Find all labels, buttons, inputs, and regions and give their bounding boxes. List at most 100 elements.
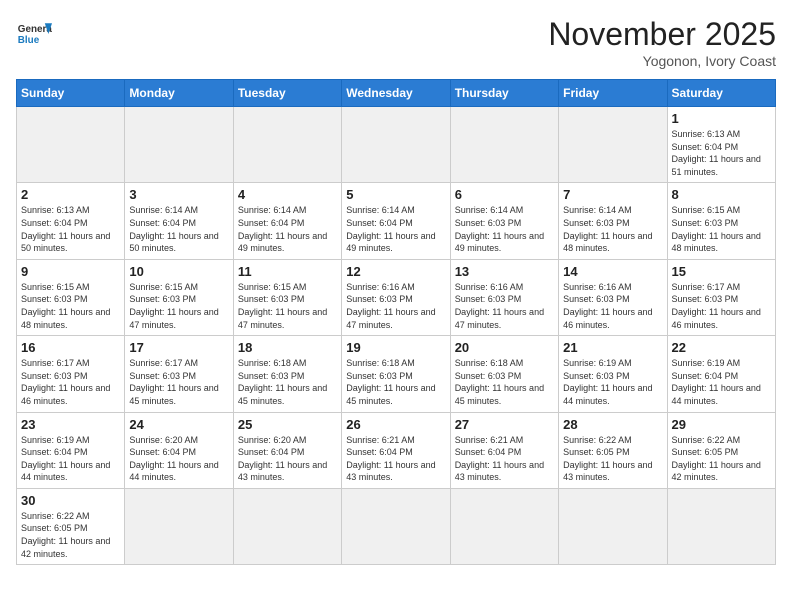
- calendar-cell: 4Sunrise: 6:14 AM Sunset: 6:04 PM Daylig…: [233, 183, 341, 259]
- day-info: Sunrise: 6:15 AM Sunset: 6:03 PM Dayligh…: [238, 281, 337, 331]
- day-number: 13: [455, 264, 554, 279]
- calendar-cell: 25 Sunrise: 6:20 AM Sunset: 6:04 PM Dayli…: [233, 412, 341, 488]
- calendar-cell: 12Sunrise: 6:16 AM Sunset: 6:03 PM Dayli…: [342, 259, 450, 335]
- calendar-week-row: 30 Sunrise: 6:22 AM Sunset: 6:05 PM Dayli…: [17, 488, 776, 564]
- day-info: Sunrise: 6:15 AM Sunset: 6:03 PM Dayligh…: [129, 281, 228, 331]
- calendar-cell: 15Sunrise: 6:17 AM Sunset: 6:03 PM Dayli…: [667, 259, 775, 335]
- calendar-cell: [559, 488, 667, 564]
- calendar-cell: 21Sunrise: 6:19 AM Sunset: 6:03 PM Dayli…: [559, 336, 667, 412]
- calendar-cell: 5 Sunrise: 6:14 AM Sunset: 6:04 PM Daylig…: [342, 183, 450, 259]
- calendar-cell: 13 Sunrise: 6:16 AM Sunset: 6:03 PM Dayli…: [450, 259, 558, 335]
- calendar-cell: 16 Sunrise: 6:17 AM Sunset: 6:03 PM Dayli…: [17, 336, 125, 412]
- day-number: 11: [238, 264, 337, 279]
- logo: General Blue: [16, 16, 52, 52]
- calendar-cell: 24 Sunrise: 6:20 AM Sunset: 6:04 PM Dayli…: [125, 412, 233, 488]
- day-info: Sunrise: 6:18 AM Sunset: 6:03 PM Dayligh…: [238, 357, 337, 407]
- day-number: 6: [455, 187, 554, 202]
- day-info: Sunrise: 6:20 AM Sunset: 6:04 PM Dayligh…: [238, 434, 337, 484]
- day-info: Sunrise: 6:14 AM Sunset: 6:04 PM Dayligh…: [129, 204, 228, 254]
- day-number: 25: [238, 417, 337, 432]
- day-info: Sunrise: 6:21 AM Sunset: 6:04 PM Dayligh…: [346, 434, 445, 484]
- day-info: Sunrise: 6:17 AM Sunset: 6:03 PM Dayligh…: [129, 357, 228, 407]
- calendar-cell: 1 Sunrise: 6:13 AM Sunset: 6:04 PM Daylig…: [667, 107, 775, 183]
- day-info: Sunrise: 6:22 AM Sunset: 6:05 PM Dayligh…: [563, 434, 662, 484]
- calendar-cell: [125, 488, 233, 564]
- weekday-header-friday: Friday: [559, 80, 667, 107]
- day-number: 15: [672, 264, 771, 279]
- calendar-cell: 14 Sunrise: 6:16 AM Sunset: 6:03 PM Dayli…: [559, 259, 667, 335]
- day-number: 5: [346, 187, 445, 202]
- calendar-cell: [450, 107, 558, 183]
- day-number: 23: [21, 417, 120, 432]
- day-info: Sunrise: 6:13 AM Sunset: 6:04 PM Dayligh…: [21, 204, 120, 254]
- day-number: 18: [238, 340, 337, 355]
- calendar-table: SundayMondayTuesdayWednesdayThursdayFrid…: [16, 79, 776, 565]
- calendar-week-row: 9 Sunrise: 6:15 AM Sunset: 6:03 PM Daylig…: [17, 259, 776, 335]
- day-number: 3: [129, 187, 228, 202]
- calendar-cell: 9 Sunrise: 6:15 AM Sunset: 6:03 PM Daylig…: [17, 259, 125, 335]
- day-info: Sunrise: 6:14 AM Sunset: 6:04 PM Dayligh…: [346, 204, 445, 254]
- calendar-cell: 8Sunrise: 6:15 AM Sunset: 6:03 PM Daylig…: [667, 183, 775, 259]
- day-info: Sunrise: 6:14 AM Sunset: 6:03 PM Dayligh…: [455, 204, 554, 254]
- day-number: 21: [563, 340, 662, 355]
- calendar-cell: 20 Sunrise: 6:18 AM Sunset: 6:03 PM Dayli…: [450, 336, 558, 412]
- day-number: 2: [21, 187, 120, 202]
- day-number: 28: [563, 417, 662, 432]
- day-info: Sunrise: 6:18 AM Sunset: 6:03 PM Dayligh…: [346, 357, 445, 407]
- weekday-header-thursday: Thursday: [450, 80, 558, 107]
- day-info: Sunrise: 6:15 AM Sunset: 6:03 PM Dayligh…: [21, 281, 120, 331]
- day-info: Sunrise: 6:16 AM Sunset: 6:03 PM Dayligh…: [346, 281, 445, 331]
- day-number: 20: [455, 340, 554, 355]
- day-number: 9: [21, 264, 120, 279]
- calendar-cell: 17 Sunrise: 6:17 AM Sunset: 6:03 PM Dayli…: [125, 336, 233, 412]
- calendar-week-row: 23 Sunrise: 6:19 AM Sunset: 6:04 PM Dayli…: [17, 412, 776, 488]
- calendar-cell: 18 Sunrise: 6:18 AM Sunset: 6:03 PM Dayli…: [233, 336, 341, 412]
- calendar-cell: 11 Sunrise: 6:15 AM Sunset: 6:03 PM Dayli…: [233, 259, 341, 335]
- day-number: 22: [672, 340, 771, 355]
- calendar-cell: 10 Sunrise: 6:15 AM Sunset: 6:03 PM Dayli…: [125, 259, 233, 335]
- calendar-cell: [342, 488, 450, 564]
- day-info: Sunrise: 6:22 AM Sunset: 6:05 PM Dayligh…: [21, 510, 120, 560]
- weekday-header-tuesday: Tuesday: [233, 80, 341, 107]
- day-number: 10: [129, 264, 228, 279]
- calendar-cell: [667, 488, 775, 564]
- weekday-header-row: SundayMondayTuesdayWednesdayThursdayFrid…: [17, 80, 776, 107]
- day-number: 1: [672, 111, 771, 126]
- calendar-cell: 27Sunrise: 6:21 AM Sunset: 6:04 PM Dayli…: [450, 412, 558, 488]
- calendar-cell: 3 Sunrise: 6:14 AM Sunset: 6:04 PM Daylig…: [125, 183, 233, 259]
- day-number: 27: [455, 417, 554, 432]
- day-number: 17: [129, 340, 228, 355]
- day-number: 16: [21, 340, 120, 355]
- day-info: Sunrise: 6:16 AM Sunset: 6:03 PM Dayligh…: [455, 281, 554, 331]
- calendar-cell: [450, 488, 558, 564]
- day-info: Sunrise: 6:16 AM Sunset: 6:03 PM Dayligh…: [563, 281, 662, 331]
- day-info: Sunrise: 6:15 AM Sunset: 6:03 PM Dayligh…: [672, 204, 771, 254]
- calendar-subtitle: Yogonon, Ivory Coast: [548, 53, 776, 69]
- day-number: 7: [563, 187, 662, 202]
- calendar-cell: 22Sunrise: 6:19 AM Sunset: 6:04 PM Dayli…: [667, 336, 775, 412]
- calendar-cell: 19 Sunrise: 6:18 AM Sunset: 6:03 PM Dayli…: [342, 336, 450, 412]
- day-info: Sunrise: 6:19 AM Sunset: 6:04 PM Dayligh…: [21, 434, 120, 484]
- calendar-cell: 6 Sunrise: 6:14 AM Sunset: 6:03 PM Daylig…: [450, 183, 558, 259]
- day-info: Sunrise: 6:20 AM Sunset: 6:04 PM Dayligh…: [129, 434, 228, 484]
- calendar-cell: 30 Sunrise: 6:22 AM Sunset: 6:05 PM Dayli…: [17, 488, 125, 564]
- day-info: Sunrise: 6:13 AM Sunset: 6:04 PM Dayligh…: [672, 128, 771, 178]
- calendar-week-row: 2 Sunrise: 6:13 AM Sunset: 6:04 PM Daylig…: [17, 183, 776, 259]
- day-number: 19: [346, 340, 445, 355]
- day-number: 14: [563, 264, 662, 279]
- calendar-cell: [17, 107, 125, 183]
- weekday-header-saturday: Saturday: [667, 80, 775, 107]
- day-info: Sunrise: 6:18 AM Sunset: 6:03 PM Dayligh…: [455, 357, 554, 407]
- weekday-header-sunday: Sunday: [17, 80, 125, 107]
- title-block: November 2025 Yogonon, Ivory Coast: [548, 16, 776, 69]
- day-number: 24: [129, 417, 228, 432]
- day-info: Sunrise: 6:14 AM Sunset: 6:03 PM Dayligh…: [563, 204, 662, 254]
- day-number: 29: [672, 417, 771, 432]
- day-info: Sunrise: 6:22 AM Sunset: 6:05 PM Dayligh…: [672, 434, 771, 484]
- calendar-cell: [233, 107, 341, 183]
- day-info: Sunrise: 6:17 AM Sunset: 6:03 PM Dayligh…: [21, 357, 120, 407]
- calendar-cell: 2 Sunrise: 6:13 AM Sunset: 6:04 PM Daylig…: [17, 183, 125, 259]
- day-number: 30: [21, 493, 120, 508]
- calendar-week-row: 1 Sunrise: 6:13 AM Sunset: 6:04 PM Daylig…: [17, 107, 776, 183]
- page-header: General Blue November 2025 Yogonon, Ivor…: [16, 16, 776, 69]
